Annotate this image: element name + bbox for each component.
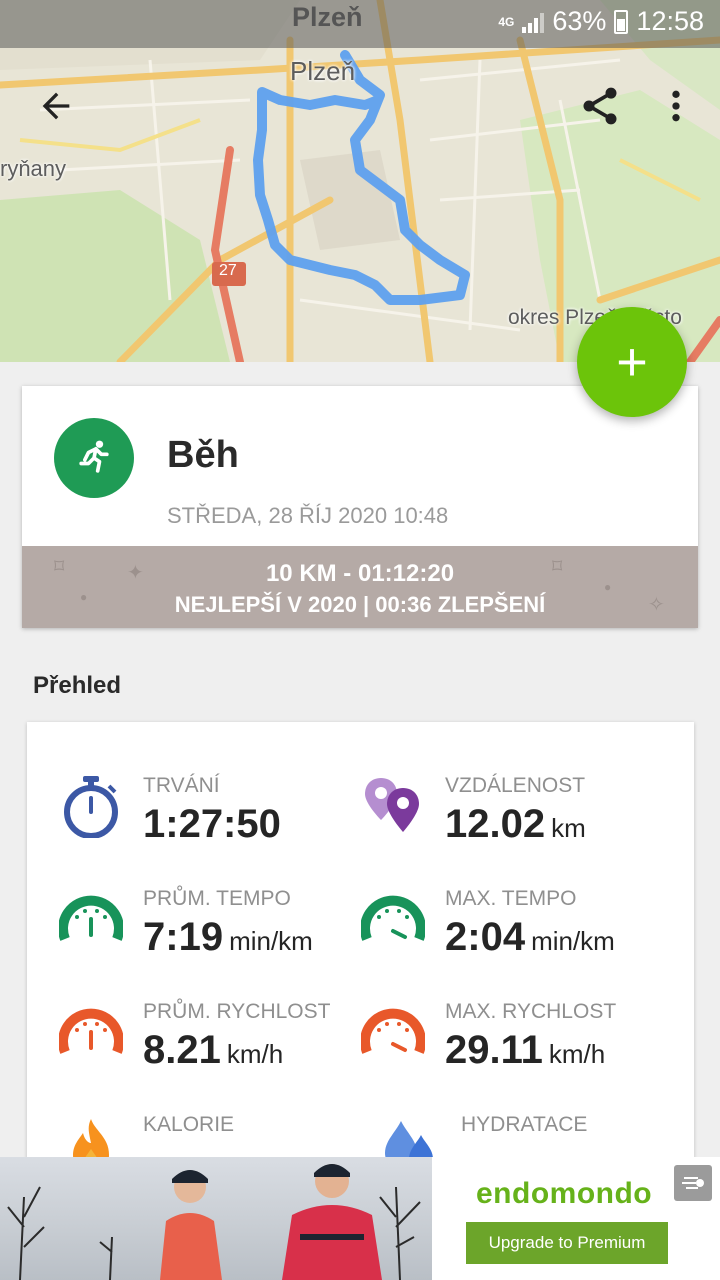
- stat-unit: min/km: [531, 926, 615, 956]
- personal-best-banner[interactable]: ⌑ ✦ ● ⌑ ● ✧ 10 KM - 01:12:20 NEJLEPŠÍ V …: [22, 546, 698, 628]
- share-icon: [583, 87, 617, 125]
- stat-label: VZDÁLENOST: [445, 774, 586, 797]
- stat-max-speed: MAX. RYCHLOST 29.11 km/h: [361, 1000, 681, 1090]
- signal-icon: [522, 11, 545, 33]
- gauge-orange-max-icon: [361, 1008, 425, 1054]
- stopwatch-icon: [64, 776, 118, 838]
- stat-duration: TRVÁNÍ 1:27:50: [59, 774, 379, 864]
- ad-runners-photo: [0, 1157, 432, 1280]
- stat-label: HYDRATACE: [461, 1113, 588, 1136]
- battery-icon: [614, 9, 629, 34]
- workout-summary-card[interactable]: Běh STŘEDA, 28 ŘÍJ 2020 10:48 ⌑ ✦ ● ⌑ ● …: [22, 386, 698, 628]
- status-city-label: Plzeň: [292, 2, 363, 32]
- stat-label: PRŮM. RYCHLOST: [143, 1000, 331, 1023]
- stat-distance: VZDÁLENOST 12.02 km: [361, 774, 681, 864]
- best-effort-detail: NEJLEPŠÍ V 2020 | 00:36 ZLEPŠENÍ: [174, 592, 546, 617]
- clock: 12:58: [636, 6, 704, 36]
- sport-name: Běh: [167, 434, 239, 476]
- ad-banner[interactable]: endomondo Upgrade to Premium: [0, 1157, 720, 1280]
- status-bar: Plzeň 4G 63% 12:58: [0, 0, 720, 48]
- best-effort-result: 10 KM - 01:12:20: [265, 560, 455, 587]
- arrow-left-icon: [42, 92, 70, 120]
- stat-label: KALORIE: [143, 1113, 235, 1136]
- stat-value: 7:19: [143, 915, 224, 959]
- stat-unit: min/km: [229, 926, 313, 956]
- network-type: 4G: [498, 14, 515, 29]
- stat-value: 8.21: [143, 1028, 221, 1072]
- workout-date: STŘEDA, 28 ŘÍJ 2020 10:48: [167, 503, 449, 528]
- route-map[interactable]: Plzeň ryňany 27 okres Plzeň-město: [0, 0, 720, 362]
- gauge-green-icon: [59, 895, 123, 941]
- map-town-label: ryňany: [0, 156, 67, 181]
- stat-value: 29.11: [445, 1028, 543, 1072]
- ad-brand-logo: endomondo: [476, 1177, 653, 1210]
- stats-card: TRVÁNÍ 1:27:50 VZDÁLENOST 12.02 km PRŮM. …: [27, 722, 694, 1192]
- battery-percent: 63%: [552, 6, 607, 36]
- stat-unit: km: [551, 813, 586, 843]
- stat-unit: km/h: [548, 1039, 606, 1069]
- running-icon: [54, 418, 134, 498]
- back-button[interactable]: [28, 78, 84, 134]
- stat-value: 2:04: [445, 915, 526, 959]
- map-road-number: 27: [219, 262, 237, 279]
- gauge-orange-icon: [59, 1008, 123, 1054]
- stat-label: MAX. TEMPO: [445, 887, 577, 910]
- overview-heading: Přehled: [33, 672, 122, 699]
- plus-icon: +: [616, 332, 648, 392]
- ad-choices-icon[interactable]: [674, 1165, 712, 1201]
- gauge-green-max-icon: [361, 895, 425, 941]
- location-pins-icon: [365, 778, 419, 832]
- stat-label: TRVÁNÍ: [143, 774, 220, 797]
- map-city-label: Plzeň: [290, 56, 356, 86]
- upgrade-to-premium-button[interactable]: Upgrade to Premium: [466, 1222, 668, 1264]
- stat-label: PRŮM. TEMPO: [143, 887, 291, 910]
- stat-value: 12.02: [445, 802, 546, 846]
- add-button[interactable]: +: [577, 307, 687, 417]
- stat-avg-pace: PRŮM. TEMPO 7:19 min/km: [59, 887, 379, 977]
- stat-value: 1:27:50: [143, 802, 281, 846]
- stat-unit: km/h: [226, 1039, 284, 1069]
- stat-max-pace: MAX. TEMPO 2:04 min/km: [361, 887, 681, 977]
- share-button[interactable]: [572, 78, 628, 134]
- stat-label: MAX. RYCHLOST: [445, 1000, 617, 1023]
- stat-avg-speed: PRŮM. RYCHLOST 8.21 km/h: [59, 1000, 379, 1090]
- more-options-button[interactable]: [648, 78, 704, 134]
- more-vertical-icon: [672, 90, 680, 122]
